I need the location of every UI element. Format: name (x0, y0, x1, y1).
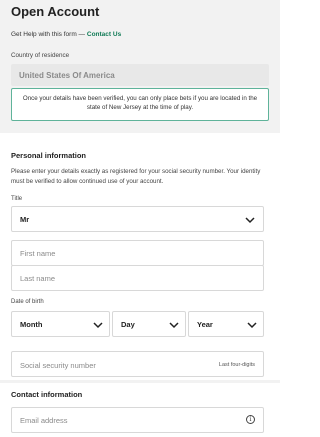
contact-info-heading: Contact information (11, 390, 83, 399)
section-divider (0, 380, 280, 383)
section-divider (0, 130, 280, 133)
email-input[interactable]: Email address i (11, 407, 264, 433)
country-field: United States Of America (11, 64, 269, 86)
info-icon[interactable]: i (246, 415, 255, 424)
title-label: Title (11, 196, 23, 202)
chevron-down-icon (169, 321, 179, 329)
help-line: Get Help with this form — Contact Us (11, 31, 121, 38)
contact-us-link[interactable]: Contact Us (87, 31, 121, 38)
page-title: Open Account (11, 4, 100, 19)
dob-label: Date of birth (11, 299, 44, 305)
last-name-placeholder: Last name (20, 274, 56, 283)
personal-info-text: Please enter your details exactly as reg… (11, 168, 261, 185)
title-value: Mr (20, 215, 30, 224)
ssn-placeholder: Social security number (20, 361, 96, 370)
last-name-input[interactable]: Last name (11, 265, 264, 291)
location-notice: Once your details have been verified, yo… (11, 88, 269, 121)
chevron-down-icon (247, 321, 257, 329)
ssn-input[interactable]: Social security number Last four-digits (11, 351, 264, 377)
country-label: Country of residence (11, 52, 70, 59)
first-name-input[interactable]: First name (11, 240, 264, 266)
dob-month-value: Month (20, 320, 43, 329)
first-name-placeholder: First name (20, 249, 56, 258)
dob-day-value: Day (121, 320, 135, 329)
dob-year-select[interactable]: Year (188, 311, 264, 337)
dob-month-select[interactable]: Month (11, 311, 110, 337)
email-placeholder: Email address (20, 416, 68, 425)
chevron-down-icon (93, 321, 103, 329)
personal-info-heading: Personal information (11, 151, 87, 160)
title-select[interactable]: Mr (11, 206, 264, 232)
help-text: Get Help with this form — (11, 31, 86, 38)
ssn-hint: Last four-digits (218, 362, 255, 368)
dob-day-select[interactable]: Day (112, 311, 186, 337)
chevron-down-icon (245, 216, 255, 224)
dob-year-value: Year (197, 320, 213, 329)
